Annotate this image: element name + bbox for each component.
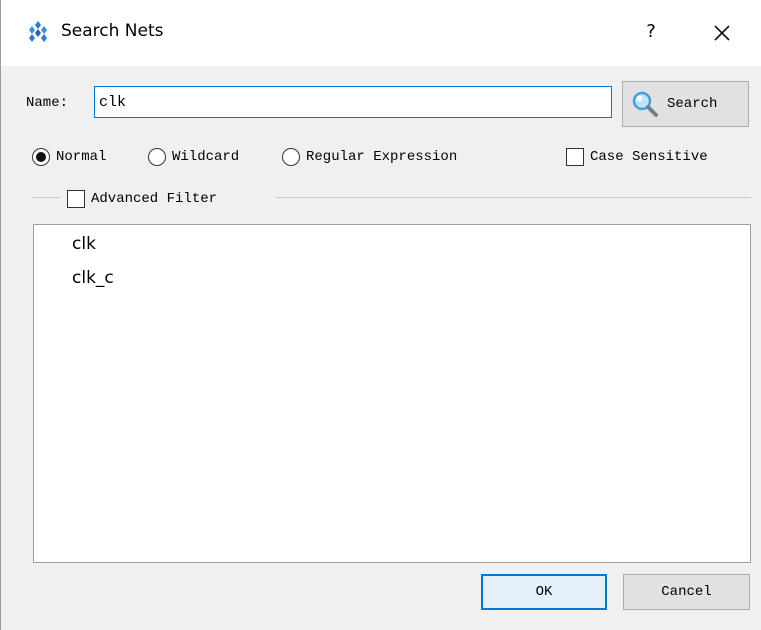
radio-wildcard-indicator[interactable] (148, 148, 166, 166)
gowin-logo-icon (29, 21, 47, 42)
radio-regular-expression[interactable]: Regular Expression (282, 145, 457, 169)
window-title: Search Nets (61, 21, 164, 41)
group-divider-left (32, 197, 60, 198)
search-button[interactable]: Search (622, 81, 749, 127)
advanced-filter-label: Advanced Filter (91, 191, 218, 207)
case-sensitive-box[interactable] (566, 148, 584, 166)
radio-wildcard-label: Wildcard (172, 149, 240, 165)
close-icon[interactable] (707, 18, 737, 48)
list-item[interactable]: clk_c (72, 267, 114, 289)
case-sensitive-label: Case Sensitive (590, 149, 708, 165)
advanced-filter-box[interactable] (67, 190, 85, 208)
radio-normal-indicator[interactable] (32, 148, 50, 166)
advanced-filter-checkbox[interactable]: Advanced Filter (67, 187, 218, 211)
name-label: Name: (26, 95, 69, 111)
help-button[interactable]: ? (637, 18, 665, 46)
group-divider-right (276, 197, 751, 198)
name-input[interactable] (94, 86, 612, 118)
radio-normal-label: Normal (56, 149, 107, 165)
radio-normal[interactable]: Normal (32, 145, 106, 169)
radio-regex-label: Regular Expression (306, 149, 458, 165)
title-bar: Search Nets ? (1, 0, 761, 66)
net-results-list[interactable]: clk clk_c (33, 224, 751, 563)
magnifier-icon (632, 91, 658, 117)
window-edge (0, 0, 1, 630)
radio-wildcard[interactable]: Wildcard (148, 145, 239, 169)
radio-regex-indicator[interactable] (282, 148, 300, 166)
search-button-label: Search (667, 96, 718, 112)
ok-button[interactable]: OK (481, 574, 607, 610)
cancel-button[interactable]: Cancel (623, 574, 750, 610)
case-sensitive-checkbox[interactable]: Case Sensitive (566, 145, 708, 169)
list-item[interactable]: clk (72, 233, 96, 255)
